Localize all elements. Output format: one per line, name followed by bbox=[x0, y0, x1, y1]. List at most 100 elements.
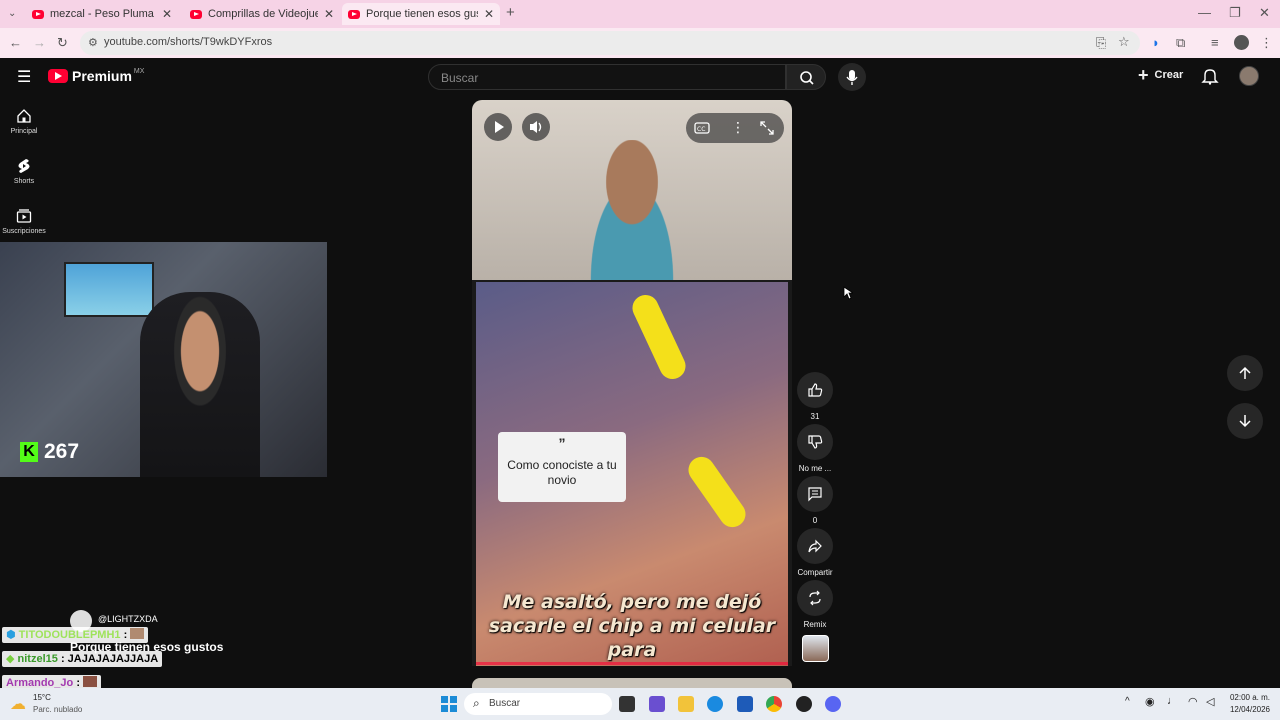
previous-short-button[interactable] bbox=[1227, 355, 1263, 391]
clock-time[interactable]: 02:00 a. m. bbox=[1224, 693, 1270, 702]
close-tab-icon[interactable]: ✕ bbox=[162, 7, 172, 21]
tab-1[interactable]: mezcal - Peso Pluma & Tito Do ✕ bbox=[26, 3, 178, 25]
nav-subscriptions[interactable]: Suscripciones bbox=[0, 208, 48, 235]
account-avatar[interactable] bbox=[1239, 66, 1259, 86]
back-icon[interactable]: ← bbox=[9, 35, 22, 51]
subscriptions-icon bbox=[16, 209, 32, 223]
volume-tray-icon[interactable]: ◁ bbox=[1206, 695, 1214, 708]
app-icon[interactable] bbox=[796, 696, 812, 712]
next-short-peek[interactable] bbox=[472, 678, 792, 688]
windows-start-icon[interactable] bbox=[441, 696, 457, 712]
site-info-icon[interactable]: ⚙ bbox=[88, 35, 98, 51]
share-button[interactable]: Compartir bbox=[797, 528, 833, 577]
minimize-icon[interactable]: — bbox=[1198, 5, 1211, 21]
browser-tab-strip: ⌄ mezcal - Peso Pluma & Tito Do ✕ Compri… bbox=[0, 0, 1280, 28]
wifi-icon[interactable]: ◠ bbox=[1188, 695, 1198, 708]
close-tab-icon[interactable]: ✕ bbox=[484, 7, 494, 21]
discord-icon[interactable] bbox=[825, 696, 841, 712]
comments-button[interactable]: 0 bbox=[797, 476, 833, 525]
extensions-puzzle-icon[interactable]: ⧉ bbox=[1176, 35, 1185, 51]
search-input[interactable]: Buscar bbox=[428, 64, 786, 90]
question-sticker: ” Como conociste a tu novio bbox=[498, 432, 626, 502]
notifications-bell-icon[interactable] bbox=[1201, 67, 1219, 85]
network-icon[interactable]: ◉ bbox=[1145, 695, 1155, 708]
microphone-tray-icon[interactable]: ♩ bbox=[1167, 695, 1178, 707]
bookmark-star-icon[interactable]: ☆ bbox=[1118, 34, 1130, 50]
tab-1-title: mezcal - Peso Pluma & Tito Do bbox=[50, 8, 156, 20]
nav-shorts-label: Shorts bbox=[13, 178, 35, 185]
next-short-button[interactable] bbox=[1227, 403, 1263, 439]
voice-search-button[interactable] bbox=[838, 63, 866, 91]
volume-button[interactable] bbox=[522, 113, 550, 141]
forward-icon[interactable]: → bbox=[33, 35, 46, 51]
region-code: MX bbox=[133, 67, 145, 75]
share-label: Compartir bbox=[797, 568, 833, 577]
like-button[interactable]: 31 bbox=[797, 372, 833, 421]
progress-bar[interactable] bbox=[476, 662, 788, 665]
chat-message-text: : bbox=[123, 629, 128, 641]
nav-home[interactable]: Principal bbox=[0, 108, 48, 135]
address-bar[interactable]: ⚙ youtube.com/shorts/T9wkDYFxros ⎘ ☆ bbox=[80, 31, 1140, 55]
new-tab-icon[interactable]: + bbox=[506, 5, 515, 21]
tab-3-active[interactable]: Porque tienen esos gustos - Yo ✕ bbox=[342, 3, 500, 25]
remix-button[interactable]: Remix bbox=[797, 580, 833, 629]
youtube-logo[interactable]: Premium MX bbox=[48, 68, 144, 84]
weather-icon[interactable]: ☁ bbox=[10, 694, 26, 714]
player-controls-pill: CC ⋮ bbox=[686, 113, 784, 143]
mouse-cursor-icon bbox=[843, 286, 853, 300]
taskbar-search-placeholder: Buscar bbox=[489, 698, 521, 709]
weather-temp[interactable]: 15°C bbox=[33, 693, 51, 702]
comment-count: 0 bbox=[812, 516, 818, 525]
fullscreen-icon[interactable] bbox=[759, 120, 775, 136]
remix-icon bbox=[809, 590, 821, 606]
create-button[interactable]: + Crear bbox=[1138, 66, 1184, 84]
tab-2[interactable]: Comprillas de Videojuegos #1 ✕ bbox=[184, 3, 340, 25]
install-app-icon[interactable]: ⎘ bbox=[1096, 35, 1106, 51]
create-label: Crear bbox=[1154, 69, 1184, 81]
hamburger-menu-icon[interactable]: ☰ bbox=[17, 67, 31, 87]
chat-message: ◆ nitzel15 : JAJAJAJAJJAJA bbox=[2, 651, 163, 667]
windows-taskbar: ☁ 15°C Parc. nublado ⌕ Buscar ^ ◉ ♩ ◠ ◁ … bbox=[0, 688, 1280, 720]
arrow-down-icon bbox=[1239, 415, 1251, 428]
tab-search-icon[interactable]: ⌄ bbox=[8, 6, 16, 22]
captions-icon[interactable]: CC bbox=[694, 120, 710, 136]
kick-logo-icon: K bbox=[20, 442, 38, 462]
censor-bar bbox=[683, 451, 751, 533]
chrome-icon[interactable] bbox=[766, 696, 782, 712]
reload-icon[interactable]: ↻ bbox=[57, 35, 68, 51]
short-video-player[interactable]: ” Como conociste a tu novio Me asaltó, p… bbox=[472, 100, 792, 666]
nav-home-label: Principal bbox=[10, 128, 38, 135]
play-button[interactable] bbox=[484, 113, 512, 141]
nav-subscriptions-label: Suscripciones bbox=[2, 228, 46, 235]
weather-description[interactable]: Parc. nublado bbox=[33, 705, 82, 714]
edge-icon[interactable] bbox=[707, 696, 723, 712]
copilot-icon[interactable] bbox=[649, 696, 665, 712]
chat-username: nitzel15 bbox=[17, 653, 58, 665]
more-options-icon[interactable]: ⋮ bbox=[731, 119, 745, 136]
task-view-icon[interactable] bbox=[619, 696, 635, 712]
media-controls-icon[interactable]: ≡ bbox=[1211, 35, 1219, 51]
dislike-button[interactable]: No me ... bbox=[797, 424, 833, 473]
chrome-menu-icon[interactable]: ⋮ bbox=[1260, 35, 1273, 51]
clock-date[interactable]: 12/04/2026 bbox=[1224, 705, 1270, 714]
store-icon[interactable] bbox=[737, 696, 753, 712]
file-explorer-icon[interactable] bbox=[678, 696, 694, 712]
profile-avatar[interactable] bbox=[1234, 35, 1249, 50]
search-button[interactable] bbox=[786, 64, 826, 90]
verified-badge-icon: ⬢ bbox=[6, 629, 16, 641]
taskbar-search-box[interactable]: ⌕ Buscar bbox=[464, 693, 612, 715]
close-window-icon[interactable]: ✕ bbox=[1259, 5, 1270, 21]
extension-icon[interactable]: ◗ bbox=[1152, 35, 1160, 51]
tab-3-title: Porque tienen esos gustos - Yo bbox=[366, 8, 478, 20]
close-tab-icon[interactable]: ✕ bbox=[324, 7, 334, 21]
tray-overflow-icon[interactable]: ^ bbox=[1125, 696, 1130, 707]
moderator-badge-icon: ◆ bbox=[6, 653, 15, 665]
sound-thumbnail[interactable] bbox=[802, 635, 829, 662]
maximize-icon[interactable]: ❐ bbox=[1229, 5, 1241, 21]
nav-shorts[interactable]: Shorts bbox=[0, 158, 48, 185]
youtube-favicon-icon bbox=[190, 9, 202, 19]
censor-bar bbox=[628, 290, 690, 384]
background-monitor bbox=[64, 262, 154, 317]
chat-emote bbox=[83, 676, 98, 687]
url-text[interactable]: youtube.com/shorts/T9wkDYFxros bbox=[104, 36, 272, 48]
